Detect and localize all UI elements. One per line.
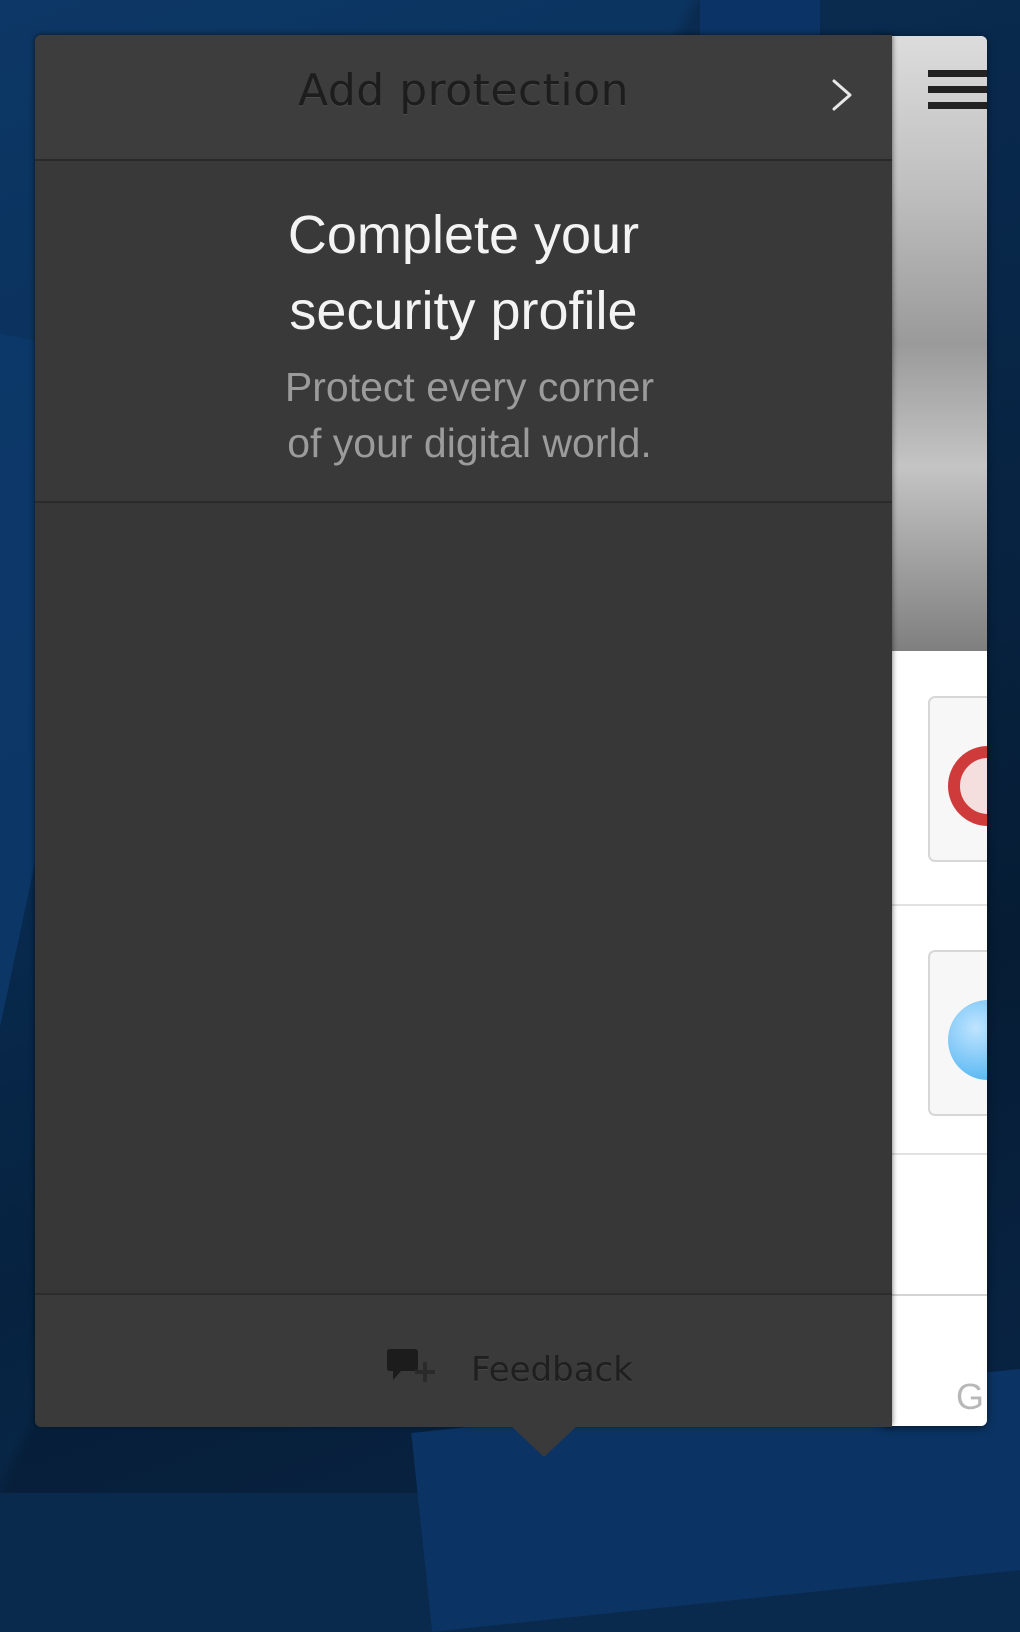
feedback-button[interactable]: Feedback bbox=[385, 1345, 633, 1395]
content-area bbox=[35, 503, 892, 1293]
feedback-add-icon bbox=[385, 1348, 441, 1392]
divider bbox=[880, 1294, 987, 1296]
divider bbox=[880, 1153, 987, 1155]
side-panel-footer-text: G bbox=[956, 1376, 984, 1418]
intro-title: Complete your security profile bbox=[35, 197, 892, 349]
add-protection-popup: Add protection Complete your security pr… bbox=[35, 35, 892, 1425]
chevron-right-icon[interactable] bbox=[822, 73, 862, 117]
feature-card[interactable] bbox=[928, 696, 987, 862]
background-app-window[interactable]: G bbox=[880, 36, 987, 1426]
popup-header: Add protection bbox=[35, 35, 892, 161]
popup-pointer bbox=[510, 1425, 578, 1457]
banner-image bbox=[880, 36, 987, 651]
shield-badge-icon bbox=[948, 746, 987, 826]
popup-footer: Feedback bbox=[35, 1293, 892, 1427]
divider bbox=[880, 904, 987, 906]
popup-title: Add protection bbox=[35, 65, 892, 116]
feature-card[interactable] bbox=[928, 950, 987, 1116]
intro-subtitle: Protect every corner of your digital wor… bbox=[35, 359, 892, 471]
feedback-label: Feedback bbox=[471, 1350, 633, 1390]
globe-badge-icon bbox=[948, 1000, 987, 1080]
hamburger-menu-icon[interactable] bbox=[928, 70, 987, 120]
intro-section: Complete your security profile Protect e… bbox=[35, 161, 892, 503]
